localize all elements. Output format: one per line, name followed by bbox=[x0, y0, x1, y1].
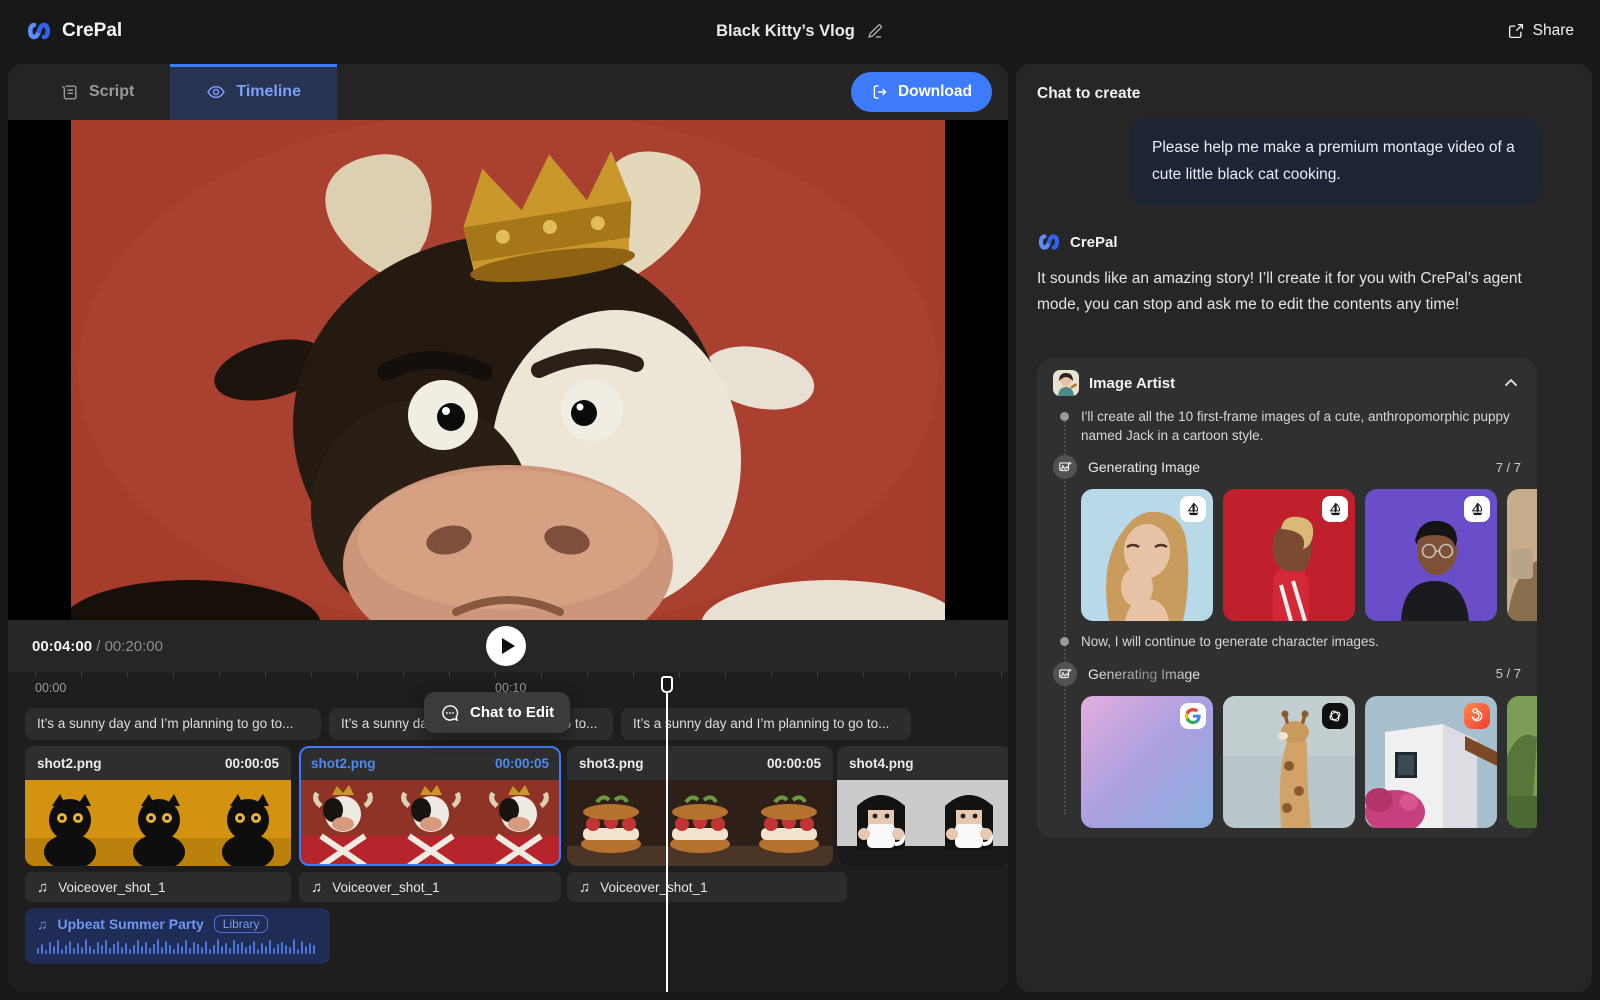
clip-thumbnails-cow bbox=[299, 780, 561, 866]
crepal-logo-icon bbox=[26, 18, 52, 44]
sailboat-model-badge bbox=[1322, 496, 1348, 522]
chat-header: Chat to create bbox=[1037, 85, 1140, 103]
voiceover-clip[interactable]: ♫Voiceover_shot_1 bbox=[567, 872, 847, 902]
play-icon bbox=[502, 638, 515, 654]
timeline: 00:00 00:10 It’s a sunny day and I’m pla… bbox=[8, 672, 1008, 992]
text-clip[interactable]: It’s a sunny day and I’m planning to go … bbox=[25, 708, 321, 740]
editor-panel: Script Timeline Download bbox=[8, 64, 1008, 992]
library-badge: Library bbox=[214, 915, 269, 933]
image-artist-header[interactable]: Image Artist bbox=[1037, 358, 1537, 396]
progress-count: 7 / 7 bbox=[1496, 460, 1521, 475]
music-title: Upbeat Summer Party bbox=[58, 916, 204, 932]
video-frame-cow-illustration bbox=[71, 120, 945, 620]
generated-image-partial[interactable] bbox=[1507, 489, 1537, 621]
generated-image[interactable] bbox=[1365, 696, 1497, 828]
playback-controls: 00:04:00 / 00:20:00 bbox=[8, 620, 1008, 672]
assistant-identity: CrePal bbox=[1037, 230, 1118, 254]
step-text: I'll create all the 10 first-frame image… bbox=[1081, 408, 1521, 445]
generated-image[interactable] bbox=[1223, 696, 1355, 828]
text-clip[interactable]: It’s a sunny day and I’m planning to go … bbox=[621, 708, 911, 740]
total-time: 00:20:00 bbox=[105, 638, 163, 655]
playback-time: 00:04:00 / 00:20:00 bbox=[32, 638, 163, 655]
knot-model-badge bbox=[1322, 703, 1348, 729]
export-icon bbox=[871, 83, 889, 101]
share-button[interactable]: Share bbox=[1507, 22, 1574, 40]
ruler-label-0: 00:00 bbox=[35, 681, 66, 695]
playhead-handle[interactable] bbox=[661, 676, 673, 693]
chevron-up-icon[interactable] bbox=[1501, 373, 1521, 393]
crepal-logo-icon bbox=[1037, 230, 1061, 254]
chat-panel: Chat to create Please help me make a pre… bbox=[1016, 64, 1592, 992]
generated-image-partial[interactable] bbox=[1507, 696, 1537, 828]
video-clip-shot4[interactable]: shot4.png bbox=[837, 746, 1008, 866]
tab-timeline[interactable]: Timeline bbox=[170, 64, 337, 120]
generated-image[interactable] bbox=[1223, 489, 1355, 621]
voiceover-clip[interactable]: ♫Voiceover_shot_1 bbox=[299, 872, 561, 902]
image-artist-title: Image Artist bbox=[1089, 375, 1175, 392]
project-title: Black Kitty’s Vlog bbox=[716, 22, 855, 41]
bullet-dot-icon bbox=[1060, 637, 1069, 646]
video-clip-shot2-selected[interactable]: shot2.png00:00:05 bbox=[299, 746, 561, 866]
progress-count: 5 / 7 bbox=[1496, 666, 1521, 681]
video-preview[interactable] bbox=[8, 120, 1008, 620]
play-button[interactable] bbox=[486, 626, 526, 666]
step-text: Now, I will continue to generate charact… bbox=[1081, 633, 1521, 652]
generating-placeholder[interactable] bbox=[1081, 696, 1213, 828]
tab-script[interactable]: Script bbox=[24, 64, 170, 120]
image-generate-icon bbox=[1053, 455, 1077, 479]
editor-tab-bar: Script Timeline Download bbox=[8, 64, 1008, 120]
image-artist-avatar bbox=[1053, 370, 1079, 396]
app-brand[interactable]: CrePal bbox=[26, 18, 122, 44]
image-generate-icon bbox=[1053, 662, 1077, 686]
user-message-bubble: Please help me make a premium montage vi… bbox=[1130, 118, 1541, 205]
music-note-icon: ♫ bbox=[37, 916, 48, 932]
video-clip-shot3[interactable]: shot3.png00:00:05 bbox=[567, 746, 833, 866]
video-clip-shot2[interactable]: shot2.png00:00:05 bbox=[25, 746, 291, 866]
music-waveform bbox=[37, 938, 318, 954]
eye-icon bbox=[206, 82, 226, 102]
current-time: 00:04:00 bbox=[32, 638, 92, 655]
edit-title-icon[interactable] bbox=[866, 22, 884, 40]
crepal-app: CrePal Black Kitty’s Vlog Share bbox=[0, 0, 1600, 1000]
generated-image[interactable] bbox=[1365, 489, 1497, 621]
assistant-message: It sounds like an amazing story! I’ll cr… bbox=[1037, 266, 1539, 318]
bullet-dot-icon bbox=[1060, 412, 1069, 421]
clip-thumbnails-woman bbox=[837, 780, 1008, 866]
generated-image[interactable] bbox=[1081, 489, 1213, 621]
generated-images-row-1 bbox=[1081, 489, 1537, 621]
assistant-name: CrePal bbox=[1070, 234, 1118, 251]
swirl-model-badge bbox=[1464, 703, 1490, 729]
generating-image-row: Generating Image 7 / 7 bbox=[1053, 455, 1521, 479]
download-button[interactable]: Download bbox=[851, 72, 992, 112]
sailboat-model-badge bbox=[1464, 496, 1490, 522]
script-icon bbox=[60, 83, 79, 102]
music-note-icon: ♫ bbox=[311, 879, 322, 896]
chat-to-edit-button[interactable]: Chat to Edit bbox=[424, 692, 570, 733]
project-title-wrap: Black Kitty’s Vlog bbox=[716, 22, 884, 41]
music-note-icon: ♫ bbox=[37, 879, 48, 896]
music-clip[interactable]: ♫ Upbeat Summer Party Library bbox=[25, 908, 330, 964]
app-name: CrePal bbox=[62, 20, 122, 42]
clip-thumbnails-food bbox=[567, 780, 833, 866]
playhead[interactable] bbox=[666, 677, 668, 992]
top-bar: CrePal Black Kitty’s Vlog Share bbox=[0, 0, 1600, 62]
music-note-icon: ♫ bbox=[579, 879, 590, 896]
voiceover-clip[interactable]: ♫Voiceover_shot_1 bbox=[25, 872, 291, 902]
generated-images-row-2 bbox=[1081, 696, 1537, 828]
image-artist-card: Image Artist I'll create all the 10 firs… bbox=[1037, 358, 1537, 838]
generating-image-row: Generating Image 5 / 7 bbox=[1053, 662, 1521, 686]
google-model-badge bbox=[1180, 703, 1206, 729]
share-icon bbox=[1507, 22, 1525, 40]
sailboat-model-badge bbox=[1180, 496, 1206, 522]
clip-thumbnails-cats bbox=[25, 780, 291, 866]
chat-bubble-icon bbox=[440, 703, 460, 723]
